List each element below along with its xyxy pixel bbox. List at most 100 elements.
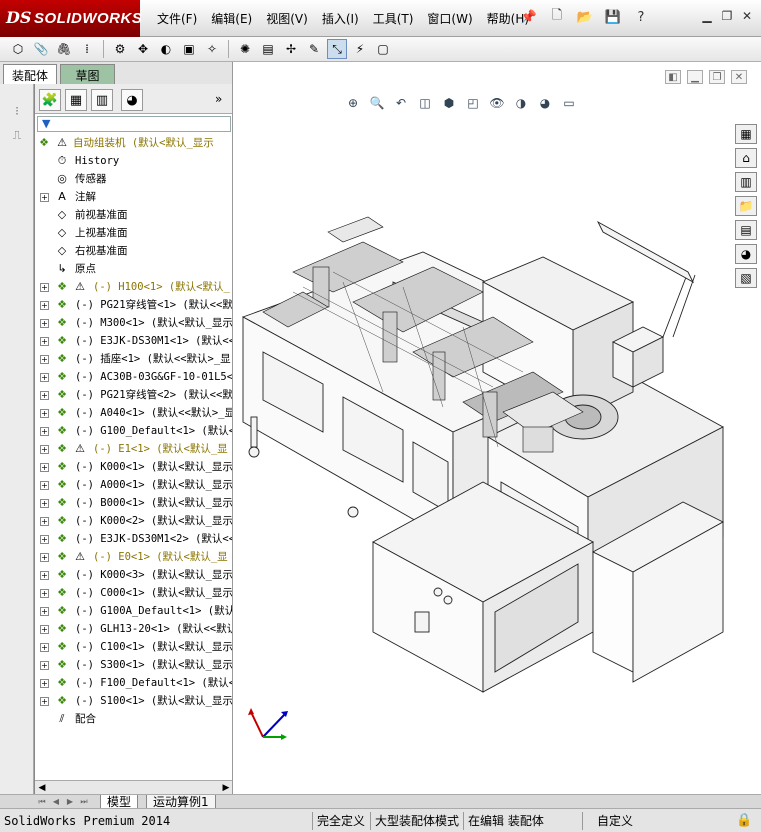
previous-view-icon[interactable]: ↶	[391, 94, 411, 112]
tree-item[interactable]: ⏱ History	[35, 152, 233, 170]
expand-toggle-icon[interactable]: +	[40, 535, 49, 544]
tree-item[interactable]: + ❖ (-) G100_Default<1> (默认<	[35, 422, 233, 440]
last-tab-icon[interactable]: ⏭	[78, 796, 90, 808]
assembly-features-icon[interactable]: ▣	[179, 39, 199, 59]
tree-item[interactable]: + ❖ (-) A000<1> (默认<默认_显示	[35, 476, 233, 494]
prev-tab-icon[interactable]: ◀	[50, 796, 62, 808]
tree-item[interactable]: + ❖ (-) M300<1> (默认<默认_显示	[35, 314, 233, 332]
maximize-viewport-icon[interactable]: ❐	[709, 70, 725, 84]
bill-of-materials-icon[interactable]: ▤	[258, 39, 278, 59]
solidworks-logo[interactable]: DS SOLIDWORKS	[0, 0, 142, 37]
tree-item[interactable]: + ❖ (-) B000<1> (默认<默认_显示	[35, 494, 233, 512]
save-icon[interactable]: 💾	[602, 6, 624, 28]
tree-item[interactable]: + A 注解	[35, 188, 233, 206]
tree-item[interactable]: + ❖ (-) 插座<1> (默认<<默认>_显	[35, 350, 233, 368]
smart-fasteners-icon[interactable]: ⚙	[110, 39, 130, 59]
file-explorer-icon[interactable]: 📁	[735, 196, 757, 216]
resources-icon[interactable]: ▦	[735, 124, 757, 144]
menu-insert[interactable]: 插入(I)	[315, 10, 366, 27]
property-manager-tab-icon[interactable]: ▦	[65, 89, 87, 111]
scroll-right-icon[interactable]: ▶	[219, 781, 233, 795]
tree-item[interactable]: + ❖ (-) K000<1> (默认<默认_显示	[35, 458, 233, 476]
tree-item[interactable]: + ❖ (-) PG21穿线管<2> (默认<<默	[35, 386, 233, 404]
rebuild-icon[interactable]: 🔒	[736, 812, 752, 830]
close-viewport-icon[interactable]: ✕	[731, 70, 747, 84]
tree-item[interactable]: + ❖ (-) E3JK-DS30M1<2> (默认<<	[35, 530, 233, 548]
view-settings-icon[interactable]: ▭	[559, 94, 579, 112]
move-component-icon[interactable]: ✥	[133, 39, 153, 59]
expand-toggle-icon[interactable]: +	[40, 481, 49, 490]
snapshot-icon[interactable]: ▢	[373, 39, 393, 59]
view-orientation-icon[interactable]: ⬢	[439, 94, 459, 112]
step-icon[interactable]: ⎍	[8, 128, 26, 146]
expand-toggle-icon[interactable]: +	[40, 355, 49, 364]
restore-viewport-icon[interactable]: ◧	[665, 70, 681, 84]
status-custom[interactable]: 自定义	[582, 812, 682, 830]
display-manager-tab-icon[interactable]: ◕	[121, 89, 143, 111]
tree-item[interactable]: + ❖ ⚠ (-) E1<1> (默认<默认_显	[35, 440, 233, 458]
next-tab-icon[interactable]: ▶	[64, 796, 76, 808]
home-icon[interactable]: ⌂	[735, 148, 757, 168]
tree-item[interactable]: + ❖ (-) GLH13-20<1> (默认<<默认	[35, 620, 233, 638]
menu-edit[interactable]: 编辑(E)	[204, 10, 259, 27]
minimize-viewport-icon[interactable]: ▁	[687, 70, 703, 84]
tree-item[interactable]: + ❖ (-) S300<1> (默认<默认_显示	[35, 656, 233, 674]
expand-toggle-icon[interactable]: +	[40, 409, 49, 418]
zoom-to-area-icon[interactable]: 🔍	[367, 94, 387, 112]
hide-show-items-icon[interactable]: 👁	[487, 94, 507, 112]
tab-sketch[interactable]: 草图	[60, 64, 115, 84]
section-view-icon[interactable]: ◫	[415, 94, 435, 112]
tree-item[interactable]: + ❖ (-) K000<3> (默认<默认_显示	[35, 566, 233, 584]
tree-item[interactable]: + ❖ (-) PG21穿线管<1> (默认<<默	[35, 296, 233, 314]
speedpak-icon[interactable]: ⚡	[350, 39, 370, 59]
instant3d-icon[interactable]: ⤡	[327, 39, 347, 59]
expand-toggle-icon[interactable]: +	[40, 499, 49, 508]
tree-item[interactable]: + ❖ (-) A040<1> (默认<<默认>_显	[35, 404, 233, 422]
new-document-icon[interactable]: 🗋	[546, 6, 568, 28]
zoom-to-fit-icon[interactable]: ⊕	[343, 94, 363, 112]
expand-toggle-icon[interactable]: +	[40, 661, 49, 670]
scroll-left-icon[interactable]: ◀	[35, 781, 49, 795]
linear-pattern-icon[interactable]: ⁞	[77, 39, 97, 59]
tree-item[interactable]: ◎ 传感器	[35, 170, 233, 188]
menu-tools[interactable]: 工具(T)	[366, 10, 421, 27]
appearances-icon[interactable]: ◕	[735, 244, 757, 264]
tree-item[interactable]: ⫽ 配合	[35, 710, 233, 728]
pin-icon[interactable]: 📌	[518, 6, 540, 28]
tree-item[interactable]: + ❖ ⚠ (-) E0<1> (默认<默认_显	[35, 548, 233, 566]
display-style-icon[interactable]: ◰	[463, 94, 483, 112]
maximize-icon[interactable]: ❐	[719, 8, 735, 24]
assembly-model[interactable]	[233, 212, 733, 782]
minimize-icon[interactable]: ▁	[699, 8, 715, 24]
tree-item[interactable]: + ❖ ⚠ (-) H100<1> (默认<默认_	[35, 278, 233, 296]
horizontal-scrollbar[interactable]: ◀ ▶	[35, 780, 233, 794]
tree-item[interactable]: + ❖ (-) G100A_Default<1> (默认	[35, 602, 233, 620]
tree-root[interactable]: ❖ ⚠ 自动组装机 (默认<默认_显示	[35, 134, 233, 152]
menu-view[interactable]: 视图(V)	[259, 10, 315, 27]
tree-item[interactable]: + ❖ (-) F100_Default<1> (默认<	[35, 674, 233, 692]
graphics-area[interactable]: ◧ ▁ ❐ ✕ ⊕ 🔍 ↶ ◫ ⬢ ◰ 👁 ◑ ◕ ▭ ▦ ⌂ ▥ 📁 ▤ ◕ …	[232, 62, 761, 794]
expand-toggle-icon[interactable]: +	[40, 571, 49, 580]
expand-tabs-icon[interactable]: »	[215, 92, 222, 106]
edit-appearance-icon[interactable]: ◑	[511, 94, 531, 112]
menu-window[interactable]: 窗口(W)	[420, 10, 479, 27]
paperclip-icon[interactable]: 🖇	[54, 39, 74, 59]
expand-toggle-icon[interactable]: +	[40, 517, 49, 526]
tree-item[interactable]: ◇ 上视基准面	[35, 224, 233, 242]
expand-toggle-icon[interactable]: +	[40, 337, 49, 346]
expand-toggle-icon[interactable]: +	[40, 283, 49, 292]
expand-toggle-icon[interactable]: +	[40, 373, 49, 382]
feature-tree-tab-icon[interactable]: 🧩	[39, 89, 61, 111]
first-tab-icon[interactable]: ⏮	[36, 796, 48, 808]
apply-scene-icon[interactable]: ◕	[535, 94, 555, 112]
tree-item[interactable]: + ❖ (-) C100<1> (默认<默认_显示	[35, 638, 233, 656]
expand-toggle-icon[interactable]: +	[40, 445, 49, 454]
tree-item[interactable]: + ❖ (-) C000<1> (默认<默认_显示	[35, 584, 233, 602]
help-icon[interactable]: ?	[630, 6, 652, 28]
dotted-lines-icon[interactable]: ⁝	[8, 104, 26, 122]
tree-filter[interactable]: ▼	[37, 116, 231, 132]
expand-toggle-icon[interactable]: +	[40, 625, 49, 634]
expand-toggle-icon[interactable]: +	[40, 427, 49, 436]
reference-geometry-icon[interactable]: ✧	[202, 39, 222, 59]
expand-toggle-icon[interactable]: +	[40, 697, 49, 706]
